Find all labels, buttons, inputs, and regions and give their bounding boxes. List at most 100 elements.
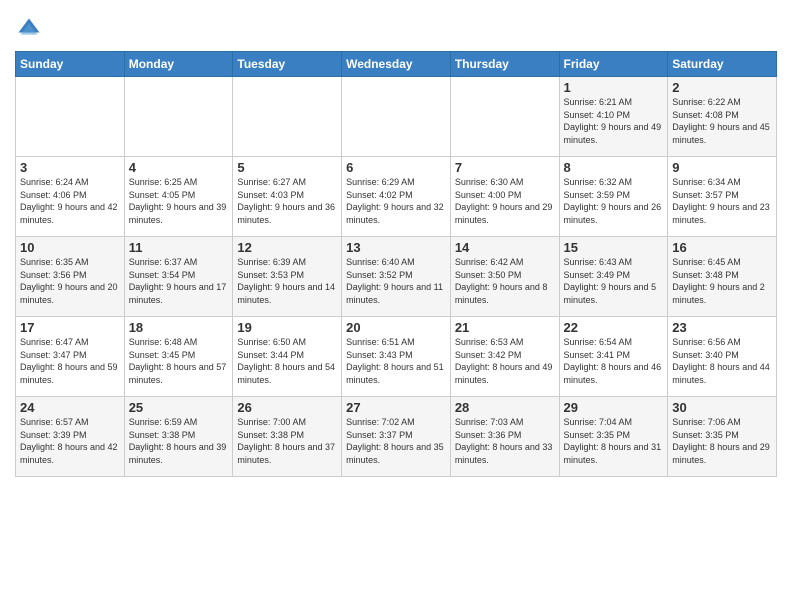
day-info: Sunrise: 6:21 AM Sunset: 4:10 PM Dayligh… xyxy=(564,96,664,146)
day-info: Sunrise: 6:25 AM Sunset: 4:05 PM Dayligh… xyxy=(129,176,229,226)
day-info: Sunrise: 6:27 AM Sunset: 4:03 PM Dayligh… xyxy=(237,176,337,226)
calendar-cell: 5Sunrise: 6:27 AM Sunset: 4:03 PM Daylig… xyxy=(233,157,342,237)
calendar-cell: 3Sunrise: 6:24 AM Sunset: 4:06 PM Daylig… xyxy=(16,157,125,237)
day-number: 4 xyxy=(129,160,229,175)
day-info: Sunrise: 7:02 AM Sunset: 3:37 PM Dayligh… xyxy=(346,416,446,466)
day-number: 26 xyxy=(237,400,337,415)
day-info: Sunrise: 6:34 AM Sunset: 3:57 PM Dayligh… xyxy=(672,176,772,226)
page-header xyxy=(15,10,777,43)
day-number: 9 xyxy=(672,160,772,175)
day-number: 6 xyxy=(346,160,446,175)
day-number: 29 xyxy=(564,400,664,415)
day-number: 21 xyxy=(455,320,555,335)
calendar-cell: 29Sunrise: 7:04 AM Sunset: 3:35 PM Dayli… xyxy=(559,397,668,477)
day-info: Sunrise: 6:59 AM Sunset: 3:38 PM Dayligh… xyxy=(129,416,229,466)
calendar-cell: 1Sunrise: 6:21 AM Sunset: 4:10 PM Daylig… xyxy=(559,77,668,157)
day-number: 30 xyxy=(672,400,772,415)
day-info: Sunrise: 6:39 AM Sunset: 3:53 PM Dayligh… xyxy=(237,256,337,306)
calendar-cell xyxy=(450,77,559,157)
calendar-week-4: 17Sunrise: 6:47 AM Sunset: 3:47 PM Dayli… xyxy=(16,317,777,397)
col-header-monday: Monday xyxy=(124,52,233,77)
day-number: 25 xyxy=(129,400,229,415)
day-number: 13 xyxy=(346,240,446,255)
day-info: Sunrise: 7:03 AM Sunset: 3:36 PM Dayligh… xyxy=(455,416,555,466)
calendar-cell: 10Sunrise: 6:35 AM Sunset: 3:56 PM Dayli… xyxy=(16,237,125,317)
day-number: 18 xyxy=(129,320,229,335)
calendar-cell: 30Sunrise: 7:06 AM Sunset: 3:35 PM Dayli… xyxy=(668,397,777,477)
day-number: 16 xyxy=(672,240,772,255)
day-number: 10 xyxy=(20,240,120,255)
day-number: 22 xyxy=(564,320,664,335)
day-number: 15 xyxy=(564,240,664,255)
calendar-cell: 17Sunrise: 6:47 AM Sunset: 3:47 PM Dayli… xyxy=(16,317,125,397)
day-number: 23 xyxy=(672,320,772,335)
calendar-header-row: SundayMondayTuesdayWednesdayThursdayFrid… xyxy=(16,52,777,77)
calendar-cell: 4Sunrise: 6:25 AM Sunset: 4:05 PM Daylig… xyxy=(124,157,233,237)
day-info: Sunrise: 6:51 AM Sunset: 3:43 PM Dayligh… xyxy=(346,336,446,386)
calendar-cell: 12Sunrise: 6:39 AM Sunset: 3:53 PM Dayli… xyxy=(233,237,342,317)
day-number: 7 xyxy=(455,160,555,175)
day-info: Sunrise: 6:30 AM Sunset: 4:00 PM Dayligh… xyxy=(455,176,555,226)
day-info: Sunrise: 6:40 AM Sunset: 3:52 PM Dayligh… xyxy=(346,256,446,306)
day-info: Sunrise: 6:47 AM Sunset: 3:47 PM Dayligh… xyxy=(20,336,120,386)
page-container: SundayMondayTuesdayWednesdayThursdayFrid… xyxy=(0,0,792,487)
calendar-week-3: 10Sunrise: 6:35 AM Sunset: 3:56 PM Dayli… xyxy=(16,237,777,317)
day-info: Sunrise: 6:50 AM Sunset: 3:44 PM Dayligh… xyxy=(237,336,337,386)
calendar-cell: 8Sunrise: 6:32 AM Sunset: 3:59 PM Daylig… xyxy=(559,157,668,237)
calendar-cell: 9Sunrise: 6:34 AM Sunset: 3:57 PM Daylig… xyxy=(668,157,777,237)
day-number: 12 xyxy=(237,240,337,255)
calendar-cell: 14Sunrise: 6:42 AM Sunset: 3:50 PM Dayli… xyxy=(450,237,559,317)
day-info: Sunrise: 7:04 AM Sunset: 3:35 PM Dayligh… xyxy=(564,416,664,466)
day-info: Sunrise: 6:37 AM Sunset: 3:54 PM Dayligh… xyxy=(129,256,229,306)
day-number: 24 xyxy=(20,400,120,415)
calendar-cell: 11Sunrise: 6:37 AM Sunset: 3:54 PM Dayli… xyxy=(124,237,233,317)
col-header-tuesday: Tuesday xyxy=(233,52,342,77)
col-header-wednesday: Wednesday xyxy=(342,52,451,77)
day-info: Sunrise: 6:57 AM Sunset: 3:39 PM Dayligh… xyxy=(20,416,120,466)
day-number: 20 xyxy=(346,320,446,335)
day-info: Sunrise: 6:32 AM Sunset: 3:59 PM Dayligh… xyxy=(564,176,664,226)
calendar-cell: 7Sunrise: 6:30 AM Sunset: 4:00 PM Daylig… xyxy=(450,157,559,237)
day-number: 5 xyxy=(237,160,337,175)
calendar-cell: 16Sunrise: 6:45 AM Sunset: 3:48 PM Dayli… xyxy=(668,237,777,317)
day-info: Sunrise: 6:24 AM Sunset: 4:06 PM Dayligh… xyxy=(20,176,120,226)
col-header-thursday: Thursday xyxy=(450,52,559,77)
day-info: Sunrise: 6:35 AM Sunset: 3:56 PM Dayligh… xyxy=(20,256,120,306)
calendar-cell: 20Sunrise: 6:51 AM Sunset: 3:43 PM Dayli… xyxy=(342,317,451,397)
day-info: Sunrise: 6:53 AM Sunset: 3:42 PM Dayligh… xyxy=(455,336,555,386)
calendar-table: SundayMondayTuesdayWednesdayThursdayFrid… xyxy=(15,51,777,477)
day-number: 14 xyxy=(455,240,555,255)
calendar-cell: 2Sunrise: 6:22 AM Sunset: 4:08 PM Daylig… xyxy=(668,77,777,157)
col-header-friday: Friday xyxy=(559,52,668,77)
calendar-cell: 15Sunrise: 6:43 AM Sunset: 3:49 PM Dayli… xyxy=(559,237,668,317)
day-info: Sunrise: 6:45 AM Sunset: 3:48 PM Dayligh… xyxy=(672,256,772,306)
calendar-week-5: 24Sunrise: 6:57 AM Sunset: 3:39 PM Dayli… xyxy=(16,397,777,477)
day-info: Sunrise: 7:06 AM Sunset: 3:35 PM Dayligh… xyxy=(672,416,772,466)
day-number: 11 xyxy=(129,240,229,255)
day-number: 2 xyxy=(672,80,772,95)
day-number: 8 xyxy=(564,160,664,175)
day-number: 19 xyxy=(237,320,337,335)
logo-icon xyxy=(15,15,43,43)
day-info: Sunrise: 6:29 AM Sunset: 4:02 PM Dayligh… xyxy=(346,176,446,226)
day-info: Sunrise: 6:22 AM Sunset: 4:08 PM Dayligh… xyxy=(672,96,772,146)
logo xyxy=(15,15,47,43)
calendar-cell xyxy=(16,77,125,157)
day-number: 28 xyxy=(455,400,555,415)
day-number: 27 xyxy=(346,400,446,415)
day-info: Sunrise: 7:00 AM Sunset: 3:38 PM Dayligh… xyxy=(237,416,337,466)
day-number: 17 xyxy=(20,320,120,335)
calendar-week-1: 1Sunrise: 6:21 AM Sunset: 4:10 PM Daylig… xyxy=(16,77,777,157)
calendar-week-2: 3Sunrise: 6:24 AM Sunset: 4:06 PM Daylig… xyxy=(16,157,777,237)
day-info: Sunrise: 6:43 AM Sunset: 3:49 PM Dayligh… xyxy=(564,256,664,306)
calendar-cell: 18Sunrise: 6:48 AM Sunset: 3:45 PM Dayli… xyxy=(124,317,233,397)
day-number: 1 xyxy=(564,80,664,95)
col-header-saturday: Saturday xyxy=(668,52,777,77)
calendar-cell: 13Sunrise: 6:40 AM Sunset: 3:52 PM Dayli… xyxy=(342,237,451,317)
day-info: Sunrise: 6:54 AM Sunset: 3:41 PM Dayligh… xyxy=(564,336,664,386)
day-info: Sunrise: 6:56 AM Sunset: 3:40 PM Dayligh… xyxy=(672,336,772,386)
calendar-cell xyxy=(233,77,342,157)
col-header-sunday: Sunday xyxy=(16,52,125,77)
calendar-cell: 25Sunrise: 6:59 AM Sunset: 3:38 PM Dayli… xyxy=(124,397,233,477)
day-number: 3 xyxy=(20,160,120,175)
